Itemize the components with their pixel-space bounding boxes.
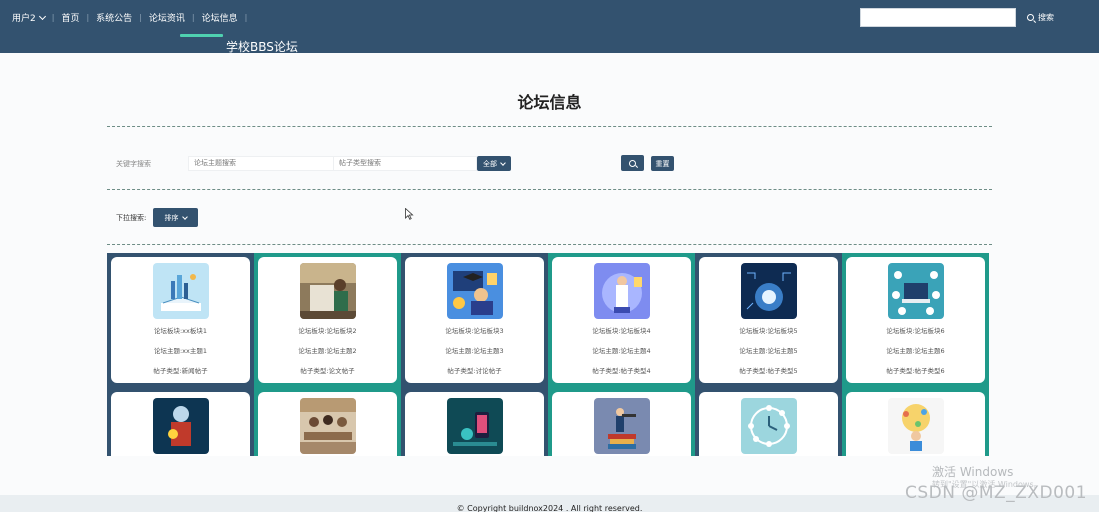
reset-button[interactable]: 重置 <box>651 156 674 171</box>
post-topic: 论坛主题:论坛主题6 <box>886 347 945 355</box>
post-thumbnail[interactable] <box>594 263 650 319</box>
post-grid: 论坛板块:xx板块1 论坛主题:xx主题1 帖子类型:新闻帖子 论坛板块:论坛板… <box>107 253 989 456</box>
post-card-cell <box>401 388 548 456</box>
post-type: 帖子类型:讨论帖子 <box>447 367 502 375</box>
post-card[interactable] <box>699 392 838 456</box>
post-card-cell: 论坛板块:论坛板块6 论坛主题:论坛主题6 帖子类型:帖子类型6 <box>842 253 989 388</box>
post-type: 帖子类型:帖子类型5 <box>739 367 798 375</box>
post-thumbnail[interactable] <box>594 398 650 454</box>
sort-dropdown-button[interactable]: 排序 <box>153 208 198 227</box>
post-card[interactable]: 论坛板块:论坛板块5 论坛主题:论坛主题5 帖子类型:帖子类型5 <box>699 257 838 383</box>
nav-forum-info[interactable]: 论坛信息 <box>202 11 238 24</box>
post-card-cell <box>107 388 254 456</box>
post-topic: 论坛主题:论坛主题5 <box>739 347 798 355</box>
header-search-button[interactable]: 搜索 <box>1027 12 1054 23</box>
dropdown-search-label: 下拉搜索: <box>116 214 147 222</box>
post-card[interactable] <box>258 392 397 456</box>
post-board: 论坛板块:论坛板块5 <box>739 327 798 335</box>
post-card[interactable]: 论坛板块:xx板块1 论坛主题:xx主题1 帖子类型:新闻帖子 <box>111 257 250 383</box>
page-title: 论坛信息 <box>517 93 582 112</box>
post-card-cell: 论坛板块:论坛板块3 论坛主题:论坛主题3 帖子类型:讨论帖子 <box>401 253 548 388</box>
post-type: 帖子类型:帖子类型4 <box>592 367 651 375</box>
post-card-cell <box>842 388 989 456</box>
post-board: 论坛板块:xx板块1 <box>153 327 208 335</box>
post-thumbnail[interactable] <box>153 398 209 454</box>
post-card[interactable] <box>111 392 250 456</box>
search-button[interactable] <box>621 155 644 171</box>
all-dropdown-button[interactable]: 全部 <box>477 156 511 171</box>
post-card[interactable] <box>552 392 691 456</box>
post-thumbnail[interactable] <box>741 263 797 319</box>
nav-forum-news[interactable]: 论坛资讯 <box>149 11 185 24</box>
chevron-down-icon <box>38 12 46 20</box>
post-card-cell <box>548 388 695 456</box>
divider <box>107 126 992 127</box>
chevron-down-icon <box>181 213 188 220</box>
post-card[interactable]: 论坛板块:论坛板块2 论坛主题:论坛主题2 帖子类型:论文帖子 <box>258 257 397 383</box>
post-board: 论坛板块:论坛板块6 <box>886 327 945 335</box>
post-thumbnail[interactable] <box>741 398 797 454</box>
nav-user-menu[interactable]: 用户2 <box>12 11 46 24</box>
nav-separator: | <box>51 13 55 22</box>
nav-separator: | <box>244 13 248 22</box>
post-card-cell <box>254 388 401 456</box>
post-board: 论坛板块:论坛板块4 <box>592 327 651 335</box>
post-card-cell: 论坛板块:论坛板块4 论坛主题:论坛主题4 帖子类型:帖子类型4 <box>548 253 695 388</box>
keyword-search-label: 关键字搜索 <box>116 160 151 168</box>
type-search-input[interactable]: 帖子类型搜索 <box>333 156 477 171</box>
nav-separator: | <box>191 13 195 22</box>
post-board: 论坛板块:论坛板块3 <box>445 327 504 335</box>
post-thumbnail[interactable] <box>153 263 209 319</box>
post-card[interactable]: 论坛板块:论坛板块6 论坛主题:论坛主题6 帖子类型:帖子类型6 <box>846 257 985 383</box>
post-topic: 论坛主题:论坛主题3 <box>445 347 504 355</box>
header-search-label: 搜索 <box>1038 13 1054 22</box>
post-type: 帖子类型:帖子类型6 <box>886 367 945 375</box>
nav-user-label: 用户2 <box>12 14 36 24</box>
nav-home[interactable]: 首页 <box>61 11 79 24</box>
post-thumbnail[interactable] <box>300 398 356 454</box>
post-thumbnail[interactable] <box>447 263 503 319</box>
chevron-down-icon <box>500 159 506 166</box>
post-card[interactable] <box>846 392 985 456</box>
post-card[interactable]: 论坛板块:论坛板块4 论坛主题:论坛主题4 帖子类型:帖子类型4 <box>552 257 691 383</box>
post-topic: 论坛主题:论坛主题4 <box>592 347 651 355</box>
nav-separator: | <box>139 13 142 22</box>
post-card-cell: 论坛板块:论坛板块5 论坛主题:论坛主题5 帖子类型:帖子类型5 <box>695 253 842 388</box>
windows-activation-title: 激活 Windows <box>932 465 1014 479</box>
search-icon <box>1027 14 1034 21</box>
search-icon <box>629 159 636 167</box>
csdn-watermark: CSDN @MZ_ZXD001 <box>905 483 1088 503</box>
post-card[interactable]: 论坛板块:论坛板块3 论坛主题:论坛主题3 帖子类型:讨论帖子 <box>405 257 544 383</box>
divider <box>107 189 992 190</box>
header-search-input[interactable] <box>860 8 1016 27</box>
main-nav: 用户2 | 首页 | 系统公告 | 论坛资讯 | 论坛信息 | <box>12 11 254 24</box>
active-nav-indicator <box>180 34 223 37</box>
post-thumbnail[interactable] <box>300 263 356 319</box>
post-card-cell: 论坛板块:论坛板块2 论坛主题:论坛主题2 帖子类型:论文帖子 <box>254 253 401 388</box>
post-card-cell: 论坛板块:xx板块1 论坛主题:xx主题1 帖子类型:新闻帖子 <box>107 253 254 388</box>
post-card[interactable] <box>405 392 544 456</box>
post-type: 帖子类型:论文帖子 <box>300 367 355 375</box>
footer-copyright: © Copyright buildnox2024 . All right res… <box>456 504 643 512</box>
mouse-cursor-icon <box>405 208 414 220</box>
topic-search-input[interactable]: 论坛主题搜索 <box>188 156 334 171</box>
nav-separator: | <box>86 13 90 22</box>
post-thumbnail[interactable] <box>888 263 944 319</box>
nav-announcements[interactable]: 系统公告 <box>96 11 132 24</box>
post-topic: 论坛主题:论坛主题2 <box>298 347 357 355</box>
post-topic: 论坛主题:xx主题1 <box>153 347 208 355</box>
post-type: 帖子类型:新闻帖子 <box>153 367 208 375</box>
post-thumbnail[interactable] <box>447 398 503 454</box>
all-dropdown-label: 全部 <box>483 159 497 168</box>
site-title: 学校BBS论坛 <box>226 40 298 54</box>
post-board: 论坛板块:论坛板块2 <box>298 327 357 335</box>
post-card-cell <box>695 388 842 456</box>
sort-label: 排序 <box>164 213 179 222</box>
divider <box>107 244 992 245</box>
post-thumbnail[interactable] <box>888 398 944 454</box>
